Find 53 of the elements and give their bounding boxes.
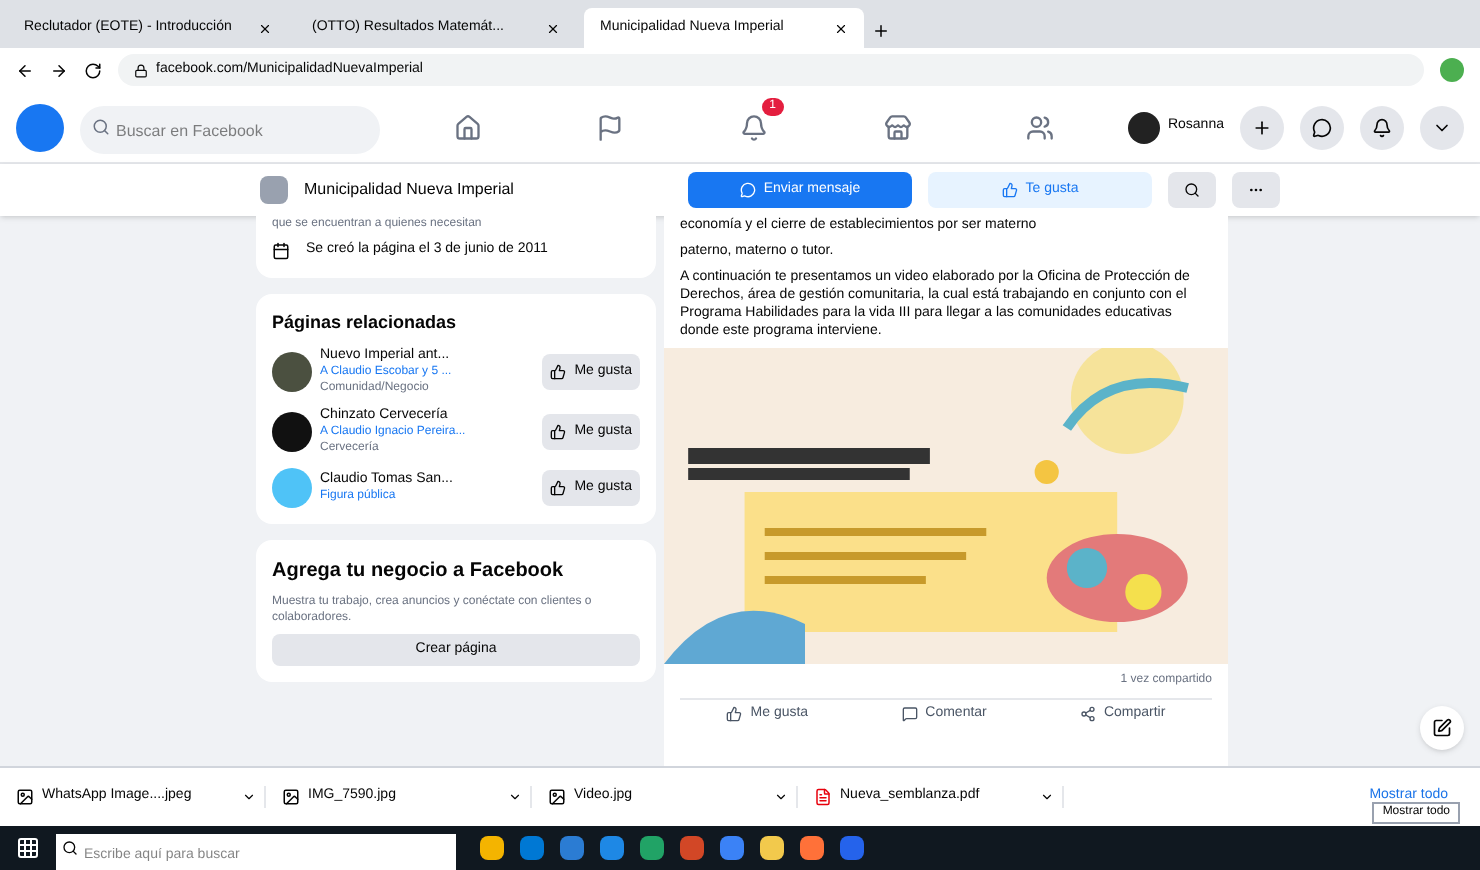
comment-icon bbox=[901, 706, 918, 723]
caret-icon[interactable] bbox=[774, 790, 788, 804]
thumbs-up-icon bbox=[1001, 182, 1018, 198]
avatar[interactable] bbox=[1127, 111, 1160, 143]
forward-icon[interactable] bbox=[50, 61, 68, 79]
share-icon bbox=[1079, 706, 1096, 723]
section-title: Agrega tu negocio a Facebook bbox=[272, 558, 566, 586]
search-icon bbox=[62, 840, 78, 856]
reload-icon[interactable] bbox=[84, 61, 102, 79]
image-icon bbox=[548, 788, 566, 806]
thumbs-up-icon bbox=[550, 364, 567, 380]
compose-button[interactable] bbox=[1420, 706, 1464, 750]
caret-icon[interactable] bbox=[508, 790, 522, 804]
calendar-icon bbox=[272, 241, 290, 260]
messenger-icon bbox=[739, 182, 756, 198]
new-tab-icon[interactable] bbox=[872, 22, 890, 40]
search-icon bbox=[92, 117, 110, 135]
flag-icon[interactable] bbox=[596, 113, 625, 141]
page-avatar bbox=[260, 176, 288, 204]
search-button[interactable] bbox=[1168, 172, 1216, 208]
page-avatar[interactable] bbox=[272, 352, 312, 392]
home-icon[interactable] bbox=[453, 113, 482, 141]
caret-icon[interactable] bbox=[242, 790, 256, 804]
close-icon[interactable] bbox=[258, 21, 272, 35]
back-icon[interactable] bbox=[16, 61, 34, 79]
search-icon bbox=[1184, 182, 1200, 198]
start-icon[interactable] bbox=[16, 836, 40, 860]
image-icon bbox=[16, 788, 34, 806]
plus-icon[interactable] bbox=[1240, 105, 1284, 149]
thumbs-up-icon bbox=[550, 424, 567, 440]
search-field[interactable]: Buscar en Facebook bbox=[80, 106, 380, 154]
pdf-icon bbox=[814, 788, 832, 806]
taskbar-app-icon[interactable] bbox=[480, 836, 504, 860]
page-name: Municipalidad Nueva Imperial bbox=[304, 178, 514, 202]
page-avatar[interactable] bbox=[272, 412, 312, 452]
group-icon[interactable] bbox=[1026, 113, 1055, 141]
close-icon[interactable] bbox=[546, 21, 560, 35]
taskbar-app-icon[interactable] bbox=[640, 836, 664, 860]
section-title: Páginas relacionadas bbox=[272, 309, 459, 336]
compose-icon bbox=[1432, 718, 1452, 738]
taskbar-app-icon[interactable] bbox=[720, 836, 744, 860]
thumbs-up-icon bbox=[726, 706, 743, 723]
image-icon bbox=[282, 788, 300, 806]
messenger-icon[interactable] bbox=[1300, 105, 1344, 149]
store-icon[interactable] bbox=[883, 113, 912, 141]
thumbs-up-icon bbox=[550, 480, 567, 496]
taskbar-app-icon[interactable] bbox=[760, 836, 784, 860]
taskbar-app-icon[interactable] bbox=[800, 836, 824, 860]
bell-icon[interactable] bbox=[1360, 105, 1404, 149]
profile-avatar[interactable] bbox=[1440, 58, 1464, 82]
close-icon[interactable] bbox=[834, 21, 848, 35]
caret-icon[interactable] bbox=[1040, 790, 1054, 804]
taskbar-app-icon[interactable] bbox=[600, 836, 624, 860]
